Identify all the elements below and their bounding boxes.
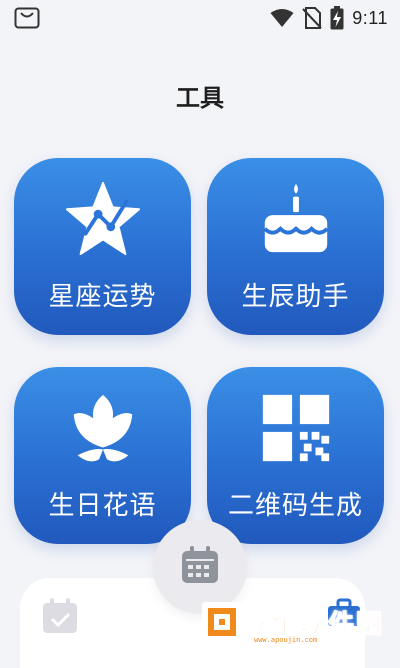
wifi-icon: [270, 9, 294, 27]
no-sim-icon: [302, 7, 323, 29]
watermark: 欧金软件园 www.apoujin.com: [200, 600, 396, 644]
qr-code-icon: [262, 394, 329, 462]
qr-code-label: 二维码生成: [227, 491, 363, 521]
watermark-url: www.apoujin.com: [254, 636, 318, 644]
watermark-logo-icon: [202, 602, 242, 642]
horoscope-tile[interactable]: 星座运势: [14, 158, 191, 335]
watermark-text: 欧金软件园: [243, 609, 385, 640]
store-bag-icon: [14, 7, 40, 29]
flower-icon: [73, 394, 132, 462]
qr-code-tile[interactable]: 二维码生成: [207, 367, 384, 544]
birthday-flower-tile[interactable]: 生日花语: [14, 367, 191, 544]
page-title: 工具: [176, 84, 224, 112]
birthday-helper-tile[interactable]: 生辰助手: [207, 158, 384, 335]
calendar-icon: [182, 546, 218, 583]
calendar-check-icon[interactable]: [40, 596, 80, 636]
horoscope-label: 星座运势: [48, 282, 157, 312]
clock: 9:11: [352, 7, 388, 28]
battery-charging-icon: [330, 6, 344, 30]
birthday-cake-icon: [262, 183, 329, 253]
star-chart-icon: [65, 181, 140, 256]
birthday-helper-label: 生辰助手: [241, 282, 350, 312]
birthday-flower-label: 生日花语: [48, 491, 157, 521]
status-bar: 9:11: [0, 0, 400, 36]
